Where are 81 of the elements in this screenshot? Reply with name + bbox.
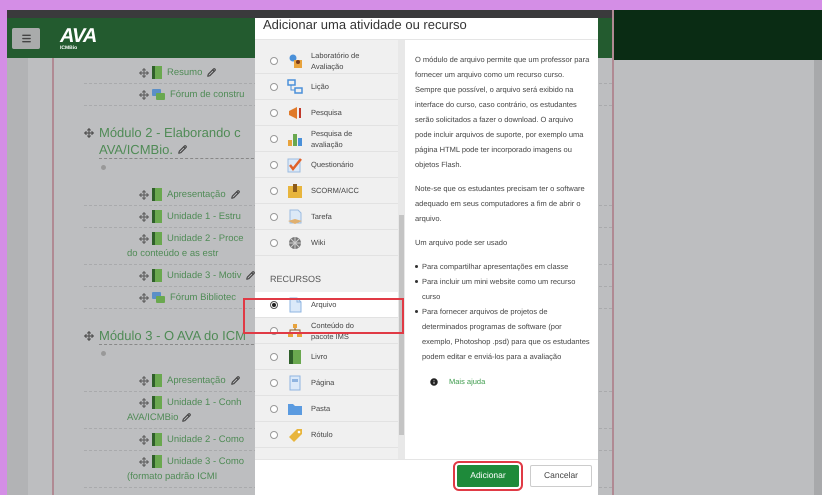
tag-icon bbox=[287, 426, 303, 442]
radio-button[interactable] bbox=[270, 82, 278, 90]
section-title[interactable]: AVA/ICMBio. bbox=[99, 141, 173, 158]
move-icon[interactable] bbox=[139, 234, 149, 244]
radio-button[interactable] bbox=[270, 300, 278, 308]
edit-icon[interactable] bbox=[246, 271, 256, 280]
radio-button[interactable] bbox=[270, 56, 278, 64]
menu-button[interactable] bbox=[12, 28, 40, 48]
edit-icon[interactable] bbox=[230, 190, 240, 199]
dialog-title: Adicionar uma atividade ou recurso bbox=[263, 16, 467, 34]
book-icon bbox=[152, 455, 162, 468]
megaphone-icon bbox=[287, 104, 303, 120]
activity-link[interactable]: Resumo bbox=[167, 65, 202, 80]
document-icon bbox=[287, 208, 303, 224]
move-icon[interactable] bbox=[84, 330, 94, 340]
radio-button[interactable] bbox=[270, 212, 278, 220]
bullet-icon bbox=[415, 310, 418, 313]
move-icon[interactable] bbox=[139, 456, 149, 466]
chat-icon bbox=[152, 88, 165, 100]
move-icon[interactable] bbox=[139, 270, 149, 280]
book-icon bbox=[152, 66, 162, 79]
activity-link[interactable]: Unidade 1 - Estru bbox=[167, 209, 241, 224]
move-icon[interactable] bbox=[84, 128, 94, 138]
cancel-button[interactable]: Cancelar bbox=[530, 464, 592, 486]
radio-button[interactable] bbox=[270, 134, 278, 142]
move-icon[interactable] bbox=[139, 292, 149, 302]
radio-button[interactable] bbox=[270, 186, 278, 194]
activity-link[interactable]: Fórum de constru bbox=[170, 87, 244, 102]
radio-button[interactable] bbox=[270, 430, 278, 438]
radio-button[interactable] bbox=[270, 352, 278, 360]
activity-link[interactable]: (formato padrão ICMI bbox=[127, 469, 218, 484]
move-icon[interactable] bbox=[139, 398, 149, 408]
radio-button[interactable] bbox=[270, 378, 278, 386]
book-icon bbox=[152, 269, 162, 282]
move-icon[interactable] bbox=[139, 212, 149, 222]
activity-link[interactable]: Unidade 2 - Como bbox=[167, 432, 244, 447]
people-icon bbox=[287, 52, 303, 68]
bullet-icon bbox=[415, 265, 418, 268]
activity-link[interactable]: AVA/ICMBio bbox=[127, 410, 178, 425]
activity-link[interactable]: Unidade 3 - Motiv bbox=[167, 268, 242, 283]
book-icon bbox=[152, 232, 162, 245]
chat-icon bbox=[152, 292, 165, 304]
radio-button[interactable] bbox=[270, 160, 278, 168]
scrollbar[interactable] bbox=[398, 40, 405, 459]
activity-link[interactable]: Apresentação bbox=[167, 187, 226, 202]
activity-link[interactable]: Apresentação bbox=[167, 373, 226, 388]
edit-icon[interactable] bbox=[207, 68, 216, 77]
page-icon bbox=[287, 374, 303, 390]
move-icon[interactable] bbox=[139, 90, 149, 100]
hierarchy-icon bbox=[287, 322, 303, 338]
activity-link[interactable]: Unidade 3 - Como bbox=[167, 454, 244, 469]
checklist-icon bbox=[287, 156, 303, 172]
radio-button[interactable] bbox=[270, 108, 278, 116]
activity-link[interactable]: Unidade 1 - Conh bbox=[167, 395, 242, 410]
book-icon bbox=[152, 374, 162, 387]
package-icon bbox=[287, 182, 303, 198]
globe-icon bbox=[287, 234, 303, 250]
book-icon bbox=[152, 210, 162, 223]
activity-link[interactable]: do conteúdo e as estr bbox=[127, 246, 218, 261]
edit-icon[interactable] bbox=[230, 376, 240, 385]
add-button[interactable]: Adicionar bbox=[457, 464, 519, 486]
move-icon[interactable] bbox=[139, 68, 149, 78]
info-icon bbox=[429, 376, 439, 386]
move-icon[interactable] bbox=[139, 434, 149, 444]
radio-button[interactable] bbox=[270, 238, 278, 246]
section-heading: RECURSOS bbox=[270, 272, 322, 286]
flowchart-icon bbox=[287, 78, 303, 94]
section-title[interactable]: Módulo 2 - Elaborando c bbox=[99, 124, 241, 141]
radio-button[interactable] bbox=[270, 404, 278, 412]
book-icon bbox=[152, 433, 162, 446]
activity-link[interactable]: Fórum Bibliotec bbox=[170, 290, 236, 305]
bullet-icon bbox=[415, 280, 418, 283]
move-icon[interactable] bbox=[139, 376, 149, 386]
book-icon bbox=[152, 188, 162, 201]
book-icon bbox=[287, 348, 303, 364]
move-icon[interactable] bbox=[139, 190, 149, 200]
menu-icon bbox=[20, 32, 32, 44]
activity-link[interactable]: Unidade 2 - Proce bbox=[167, 231, 244, 246]
edit-icon[interactable] bbox=[182, 413, 192, 422]
book-icon bbox=[152, 396, 162, 409]
edit-icon[interactable] bbox=[178, 145, 187, 154]
